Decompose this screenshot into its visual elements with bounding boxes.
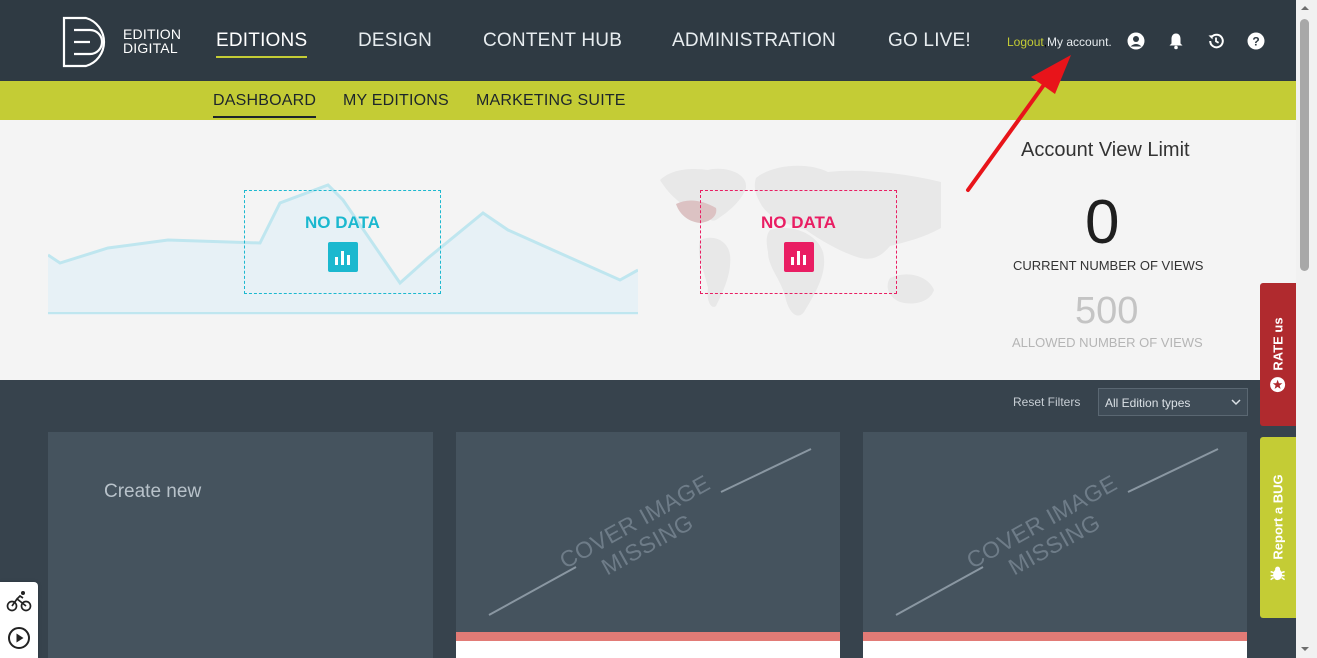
tour-widget	[0, 582, 38, 658]
chart-no-data-label: NO DATA	[305, 213, 380, 232]
current-views-value: 0	[1085, 188, 1120, 257]
help-icon[interactable]: ?	[1247, 32, 1265, 50]
map-no-data-box: NO DATA	[700, 190, 897, 294]
create-new-card[interactable]: Create new	[48, 432, 433, 658]
allowed-views-value: 500	[1075, 290, 1139, 332]
report-bug-label: Report a BUG	[1270, 473, 1286, 560]
nav-go-live[interactable]: GO LIVE!	[888, 30, 971, 52]
logo-mark-icon	[62, 16, 106, 68]
allowed-views-label: ALLOWED NUMBER OF VIEWS	[1012, 335, 1203, 350]
history-icon[interactable]	[1207, 32, 1225, 50]
bar-chart-icon	[327, 242, 358, 272]
my-account-link[interactable]: My account.	[1047, 35, 1112, 49]
account-view-limit-title: Account View Limit	[1021, 139, 1190, 161]
logo-line-1: EDITION	[123, 26, 182, 42]
subnav-dashboard[interactable]: DASHBOARD	[213, 92, 317, 118]
edition-type-select[interactable]: All Edition types	[1098, 388, 1248, 416]
cover-image-placeholder: COVER IMAGE MISSING	[456, 432, 840, 632]
report-bug-tab[interactable]: Report a BUG	[1260, 437, 1296, 618]
bar-chart-icon	[783, 242, 814, 272]
card-status-band	[456, 632, 840, 641]
subnav-my-editions[interactable]: MY EDITIONS	[343, 92, 449, 110]
play-circle-icon[interactable]	[6, 625, 32, 651]
nav-administration[interactable]: ADMINISTRATION	[672, 30, 836, 52]
card-footer	[863, 641, 1247, 658]
sub-navigation: DASHBOARD MY EDITIONS MARKETING SUITE	[0, 81, 1296, 120]
scroll-up-arrow-icon[interactable]	[1301, 4, 1309, 12]
card-footer	[456, 641, 840, 658]
chart-no-data-box: NO DATA	[244, 190, 441, 294]
edition-type-value: All Edition types	[1105, 396, 1191, 410]
nav-design[interactable]: DESIGN	[358, 30, 432, 52]
top-navigation: EDITION DIGITAL EDITIONS DESIGN CONTENT …	[0, 0, 1296, 81]
bug-icon	[1270, 566, 1286, 580]
nav-content-hub[interactable]: CONTENT HUB	[483, 30, 622, 52]
scroll-down-arrow-icon[interactable]	[1301, 645, 1309, 653]
edition-digital-logo[interactable]: EDITION DIGITAL	[62, 16, 182, 68]
page-scrollbar[interactable]	[1296, 0, 1317, 658]
reset-filters-link[interactable]: Reset Filters	[1013, 395, 1080, 409]
card-status-band	[863, 632, 1247, 641]
logo-text: EDITION DIGITAL	[123, 27, 181, 55]
bell-icon[interactable]	[1167, 32, 1185, 50]
rate-us-label: RATE us	[1270, 316, 1286, 371]
svg-text:?: ?	[1252, 34, 1259, 48]
subnav-marketing-suite[interactable]: MARKETING SUITE	[476, 92, 626, 110]
cyclist-icon[interactable]	[6, 588, 32, 614]
map-no-data-label: NO DATA	[761, 213, 836, 232]
star-icon	[1270, 376, 1286, 392]
scroll-thumb[interactable]	[1300, 19, 1309, 271]
nav-editions[interactable]: EDITIONS	[216, 30, 308, 58]
create-new-label: Create new	[104, 481, 202, 502]
chevron-down-icon	[1231, 399, 1241, 406]
account-links: Logout,My account.	[1007, 35, 1112, 49]
logo-line-2: DIGITAL	[123, 40, 178, 56]
logout-link[interactable]: Logout	[1007, 35, 1044, 49]
user-circle-icon[interactable]	[1127, 32, 1145, 50]
cover-image-placeholder: COVER IMAGE MISSING	[863, 432, 1247, 632]
rate-us-tab[interactable]: RATE us	[1260, 283, 1296, 426]
edition-card[interactable]: COVER IMAGE MISSING	[456, 432, 840, 658]
current-views-label: CURRENT NUMBER OF VIEWS	[1013, 258, 1204, 273]
edition-card[interactable]: COVER IMAGE MISSING	[863, 432, 1247, 658]
